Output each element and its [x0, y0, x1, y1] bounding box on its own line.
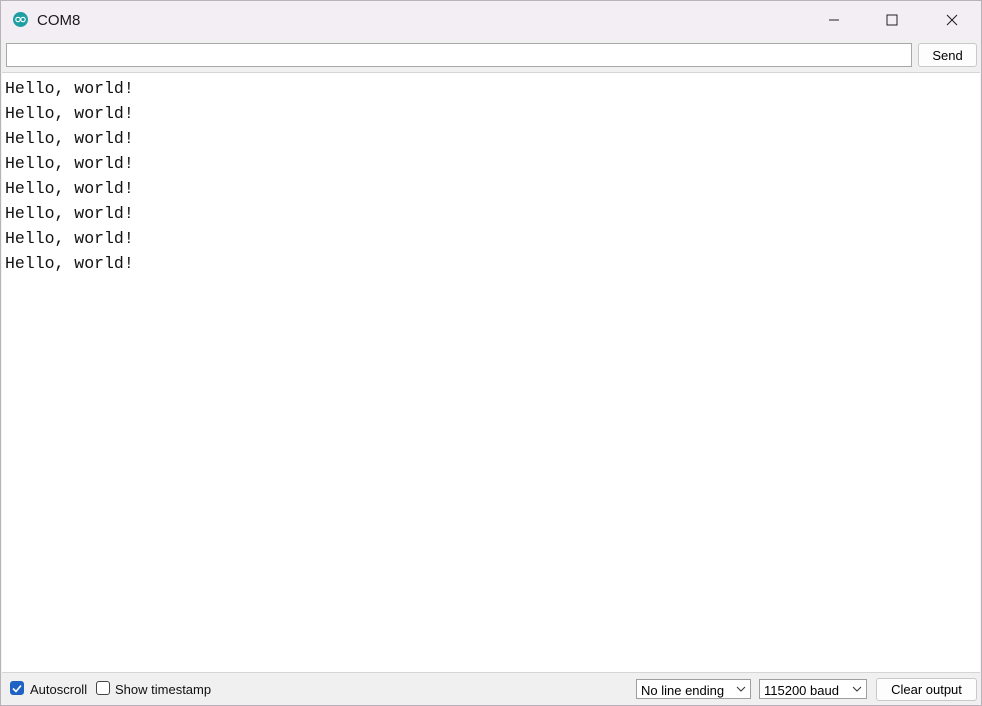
serial-output-area[interactable]: Hello, world! Hello, world! Hello, world! H… [2, 72, 980, 673]
output-line: Hello, world! [5, 229, 134, 248]
line-ending-select[interactable]: No line ending [636, 679, 751, 699]
output-line: Hello, world! [5, 254, 134, 273]
maximize-icon [886, 14, 898, 26]
show-timestamp-label[interactable]: Show timestamp [115, 682, 211, 697]
title-bar[interactable]: COM8 [1, 1, 981, 39]
arduino-icon [13, 12, 28, 27]
chevron-down-icon [852, 686, 862, 692]
clear-output-button[interactable]: Clear output [876, 678, 977, 701]
chevron-down-icon [736, 686, 746, 692]
serial-monitor-window: COM8 Send Hello, world! Hello, world! Hell… [0, 0, 982, 706]
autoscroll-label[interactable]: Autoscroll [30, 682, 87, 697]
close-button[interactable] [923, 1, 981, 39]
show-timestamp-checkbox[interactable] [96, 681, 110, 695]
close-icon [946, 14, 958, 26]
send-input[interactable] [6, 43, 912, 67]
send-button[interactable]: Send [918, 43, 977, 67]
output-line: Hello, world! [5, 104, 134, 123]
send-toolbar: Send [1, 39, 981, 72]
minimize-button[interactable] [805, 1, 863, 39]
minimize-icon [829, 19, 839, 21]
maximize-button[interactable] [863, 1, 921, 39]
status-bar: Autoscroll Show timestamp No line ending… [1, 673, 981, 705]
baud-rate-select[interactable]: 115200 baud [759, 679, 867, 699]
line-ending-value: No line ending [641, 683, 725, 698]
checkmark-icon [12, 684, 22, 693]
window-title: COM8 [37, 12, 81, 29]
output-line: Hello, world! [5, 204, 134, 223]
output-line: Hello, world! [5, 154, 134, 173]
output-line: Hello, world! [5, 79, 134, 98]
output-line: Hello, world! [5, 179, 134, 198]
baud-rate-value: 115200 baud [764, 683, 839, 698]
autoscroll-checkbox[interactable] [10, 681, 24, 695]
output-line: Hello, world! [5, 129, 134, 148]
